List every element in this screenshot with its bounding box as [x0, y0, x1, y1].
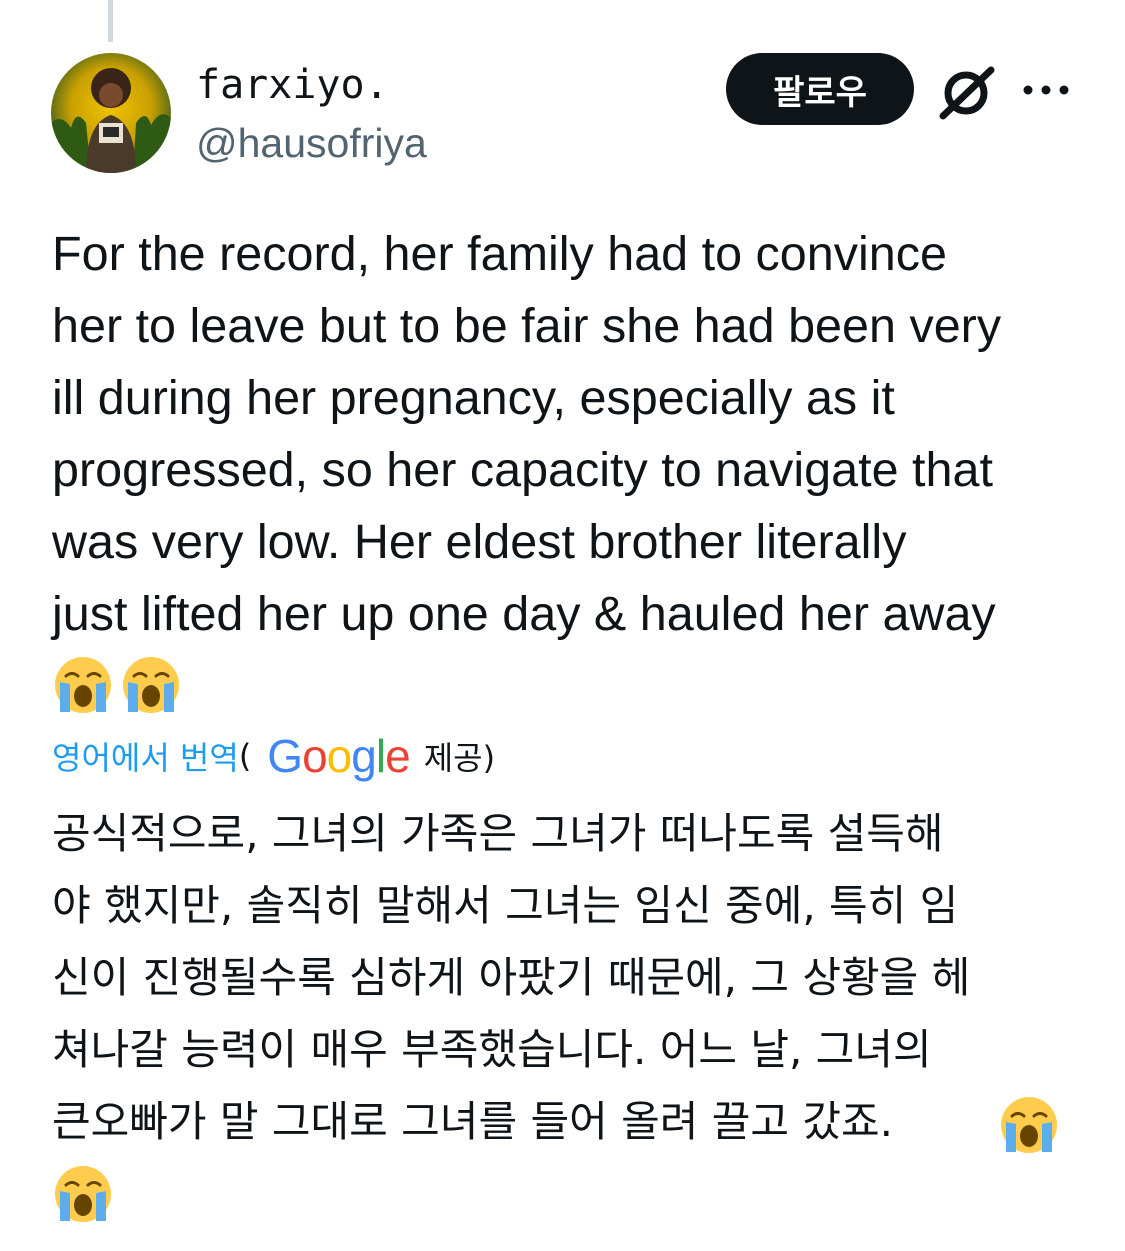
grok-icon[interactable]	[937, 64, 997, 120]
user-handle[interactable]: @hausofriya	[196, 120, 427, 167]
translation-attribution: 영어에서 번역 ( Google 제공)	[52, 730, 495, 782]
avatar[interactable]	[51, 53, 171, 173]
translate-link[interactable]: 영어에서 번역	[52, 733, 239, 779]
google-logo: Google	[267, 730, 410, 782]
tweet-emojis	[52, 654, 182, 718]
tweet-text: For the record, her family had to convin…	[52, 227, 1002, 641]
more-icon[interactable]	[1022, 80, 1070, 100]
loudly-crying-face-icon	[55, 657, 111, 713]
follow-button[interactable]: 팔로우	[726, 53, 914, 125]
provided-label: 제공)	[423, 739, 496, 777]
loudly-crying-face-icon	[1001, 1097, 1057, 1153]
loudly-crying-face-icon	[123, 657, 179, 713]
open-paren: (	[238, 737, 252, 775]
thread-connector-line	[108, 0, 113, 42]
translated-text: 공식적으로, 그녀의 가족은 그녀가 떠나도록 설득해 야 했지만, 솔직히 말…	[52, 809, 971, 1146]
avatar-image	[51, 68, 171, 173]
display-name[interactable]: farxiyo.	[196, 62, 389, 108]
loudly-crying-face-icon	[55, 1166, 111, 1222]
